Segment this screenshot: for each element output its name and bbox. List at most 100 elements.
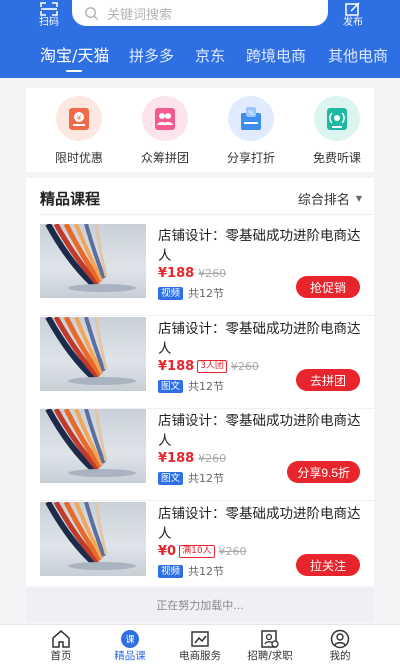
search-icon (85, 6, 99, 20)
promo-button[interactable]: 抢促销 (296, 276, 360, 298)
category-tabs: 淘宝/天猫 拼多多 京东 跨境电商 其他电商 (0, 40, 400, 76)
nav-courses[interactable]: 课 精品课 (100, 629, 160, 663)
nav-ecommerce[interactable]: 电商服务 (170, 629, 230, 663)
share-discount-button[interactable]: 分享9.5折 (287, 461, 360, 483)
course-item[interactable]: 店铺设计：零基础成功进阶电商达人 ¥188 ¥260 图文 共12节 分享9.5… (26, 409, 374, 501)
quick-item-limited-offer[interactable]: ¥ 限时优惠 (44, 96, 114, 166)
course-icon: 课 (121, 630, 139, 648)
chart-icon (191, 631, 209, 647)
publish-label: 发布 (343, 17, 363, 28)
resume-icon (261, 630, 279, 648)
original-price: ¥260 (198, 267, 227, 280)
sort-dropdown[interactable]: 综合排名 ▼ (298, 189, 362, 208)
course-type-badge: 图文 (158, 379, 184, 393)
publish-button[interactable]: 发布 (340, 2, 366, 30)
original-price: ¥260 (218, 545, 247, 558)
loading-indicator: 正在努力加载中... (26, 588, 374, 622)
bottom-nav: 首页 课 精品课 电商服务 招聘/求职 我的 (0, 624, 400, 666)
nav-label: 精品课 (114, 650, 146, 662)
quick-menu: ¥ 限时优惠 众筹拼团 % 分享打折 免费听课 (26, 88, 374, 172)
course-price: ¥188 (158, 451, 195, 466)
search-input[interactable]: 关键词搜索 (72, 0, 328, 26)
user-icon (330, 629, 350, 649)
sort-label: 综合排名 (297, 193, 350, 208)
follow-button[interactable]: 拉关注 (296, 554, 360, 576)
search-placeholder: 关键词搜索 (107, 7, 173, 23)
tab-taobao[interactable]: 淘宝/天猫 (40, 46, 109, 66)
group-buy-button[interactable]: 去拼团 (296, 369, 360, 391)
quick-item-free-listen[interactable]: 免费听课 (302, 96, 372, 166)
quick-item-share-discount[interactable]: % 分享打折 (216, 96, 286, 166)
course-thumbnail (40, 224, 146, 298)
original-price: ¥260 (230, 360, 259, 373)
course-title: 店铺设计：零基础成功进阶电商达人 (158, 321, 361, 357)
tab-other[interactable]: 其他电商 (328, 46, 388, 66)
svg-text:%: % (248, 110, 254, 117)
course-thumbnail (40, 409, 146, 483)
meta-row: 图文 共12节 (158, 378, 224, 394)
tab-crossborder[interactable]: 跨境电商 (246, 46, 306, 66)
scan-label: 扫码 (39, 17, 59, 28)
tab-active-indicator (66, 70, 82, 72)
course-thumbnail (40, 502, 146, 576)
quick-label: 众筹拼团 (140, 151, 189, 165)
section-title: 精品课程 (40, 190, 101, 208)
quick-label: 分享打折 (226, 151, 275, 165)
group-icon (142, 96, 188, 141)
nav-jobs[interactable]: 招聘/求职 (240, 629, 300, 663)
lesson-count: 共12节 (188, 472, 225, 485)
scan-icon (40, 2, 58, 16)
divider (40, 500, 374, 501)
divider (40, 214, 374, 215)
lesson-count: 共12节 (188, 565, 225, 578)
price-row: ¥188 ¥260 (158, 266, 226, 281)
nav-home[interactable]: 首页 (31, 629, 91, 663)
divider (40, 315, 374, 316)
price-row: ¥0 满10人 ¥260 (158, 544, 247, 559)
price-row: ¥188 3人团 ¥260 (158, 359, 259, 374)
group-size-tag: 3人团 (197, 360, 227, 373)
quick-label: 免费听课 (312, 151, 361, 165)
nav-label: 电商服务 (179, 650, 221, 662)
nav-profile[interactable]: 我的 (310, 629, 370, 663)
price-row: ¥188 ¥260 (158, 451, 226, 466)
meta-row: 视频 共12节 (158, 285, 224, 301)
nav-label: 我的 (329, 650, 351, 662)
meta-row: 视频 共12节 (158, 563, 224, 579)
nav-label: 招聘/求职 (247, 650, 293, 662)
course-price: ¥0 (158, 544, 177, 559)
course-type-badge: 视频 (158, 286, 184, 300)
course-title: 店铺设计：零基础成功进阶电商达人 (158, 413, 361, 449)
lesson-count: 共12节 (188, 380, 225, 393)
listen-icon (314, 96, 360, 141)
original-price: ¥260 (198, 452, 227, 465)
quick-label: 限时优惠 (54, 151, 103, 165)
coupon-icon: ¥ (56, 96, 102, 141)
nav-label: 首页 (50, 650, 72, 662)
course-section: 精品课程 综合排名 ▼ 店铺设计：零基础成功进阶电商达人 ¥188 ¥260 视… (26, 178, 374, 586)
course-item[interactable]: 店铺设计：零基础成功进阶电商达人 ¥0 满10人 ¥260 视频 共12节 拉关… (26, 502, 374, 594)
course-type-badge: 图文 (158, 471, 184, 485)
course-thumbnail (40, 317, 146, 391)
tab-pinduoduo[interactable]: 拼多多 (129, 46, 174, 66)
home-icon (52, 630, 70, 648)
group-size-tag: 满10人 (179, 545, 215, 558)
quick-item-group-buy[interactable]: 众筹拼团 (130, 96, 200, 166)
course-item[interactable]: 店铺设计：零基础成功进阶电商达人 ¥188 3人团 ¥260 图文 共12节 去… (26, 317, 374, 409)
share-discount-icon: % (228, 96, 274, 141)
course-type-badge: 视频 (158, 564, 184, 578)
course-title: 店铺设计：零基础成功进阶电商达人 (158, 228, 361, 264)
publish-icon (345, 2, 360, 16)
svg-text:课: 课 (125, 635, 134, 646)
svg-text:¥: ¥ (77, 114, 82, 122)
scan-button[interactable]: 扫码 (36, 2, 62, 30)
lesson-count: 共12节 (188, 287, 225, 300)
meta-row: 图文 共12节 (158, 470, 224, 486)
tab-jd[interactable]: 京东 (195, 46, 225, 66)
course-price: ¥188 (158, 266, 195, 281)
course-title: 店铺设计：零基础成功进阶电商达人 (158, 506, 361, 542)
caret-down-icon: ▼ (355, 194, 362, 203)
course-price: ¥188 (158, 359, 195, 374)
header-bar: 扫码 关键词搜索 发布 淘宝/天猫 拼多多 京东 跨境电商 其他电商 (0, 0, 400, 78)
course-item[interactable]: 店铺设计：零基础成功进阶电商达人 ¥188 ¥260 视频 共12节 抢促销 (26, 224, 374, 316)
